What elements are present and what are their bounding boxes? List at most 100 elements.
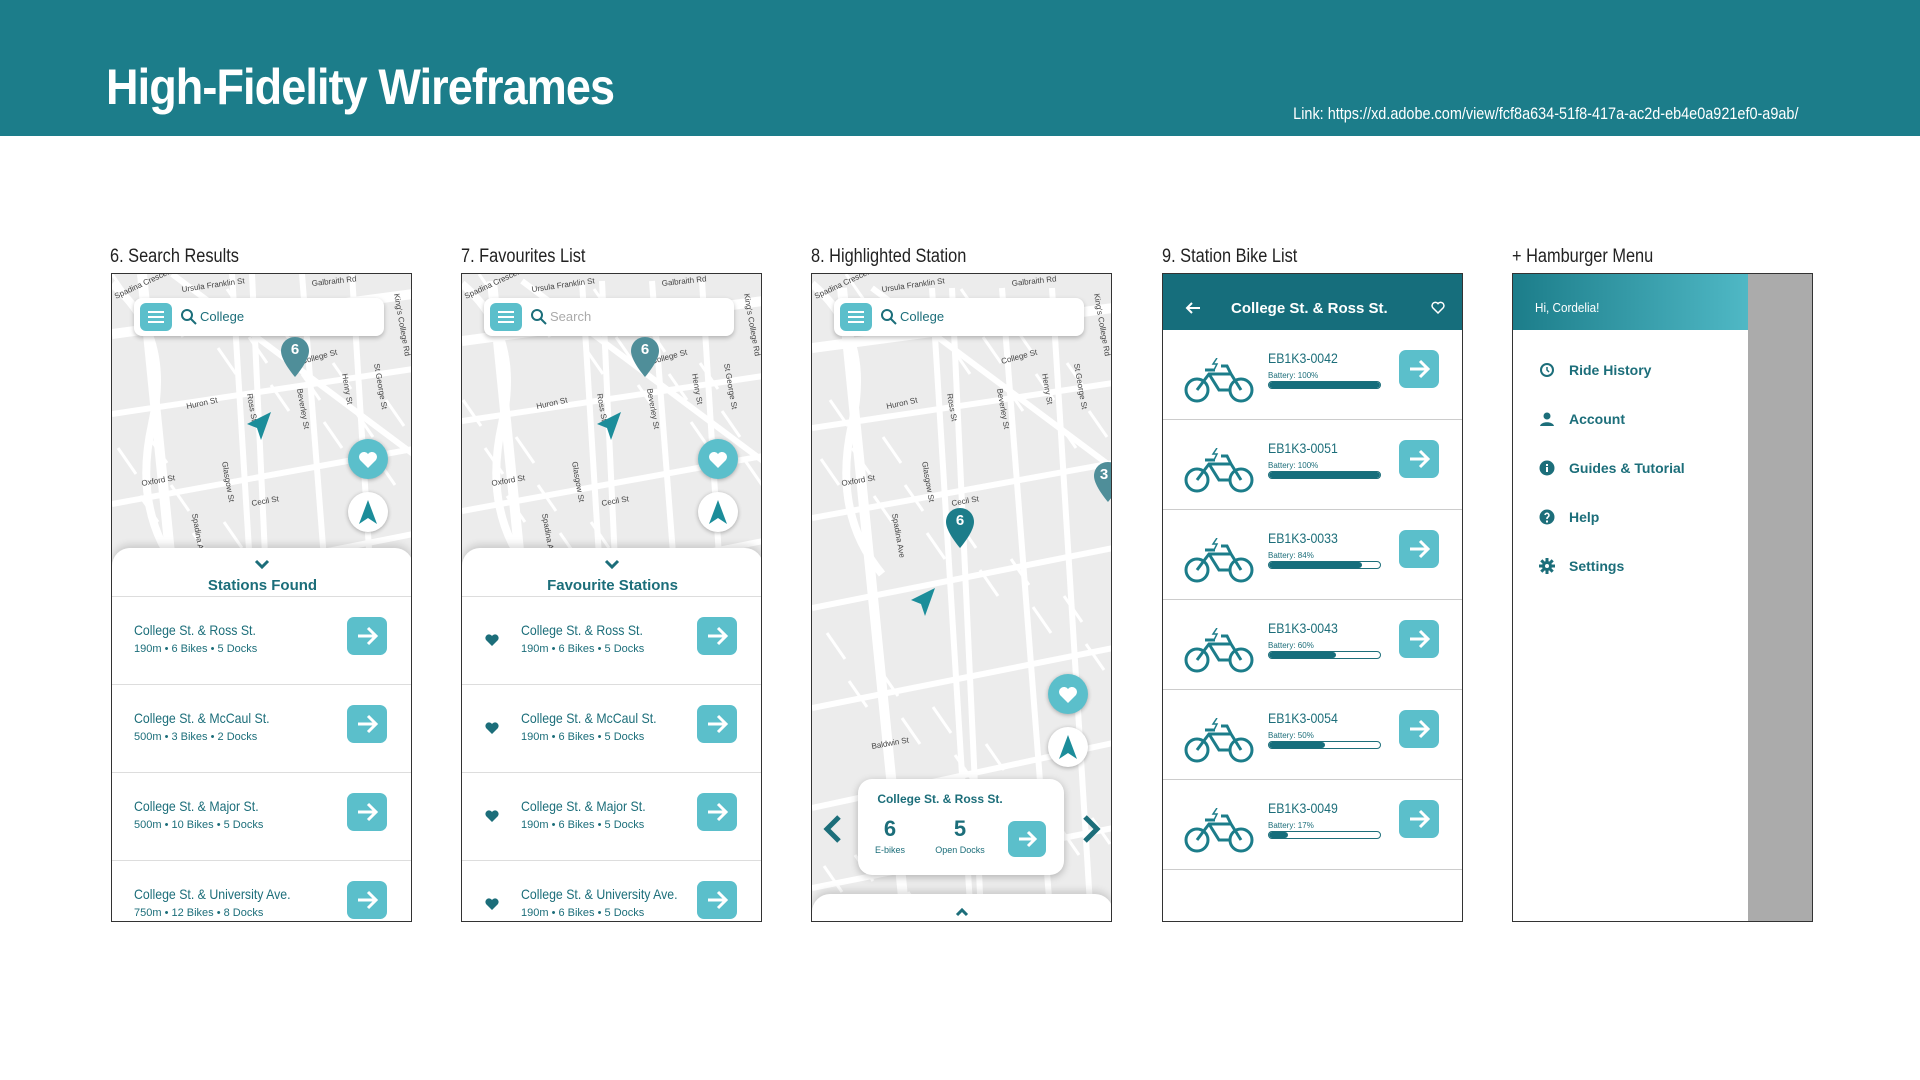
- go-button[interactable]: [347, 705, 387, 743]
- station-pin[interactable]: 6: [281, 337, 309, 377]
- navigation-arrow-icon: [709, 500, 727, 524]
- prototype-link[interactable]: Link: https://xd.adobe.com/view/fcf8a634…: [1293, 104, 1798, 124]
- heart-icon[interactable]: [484, 809, 500, 823]
- map-label: Glasgow St: [570, 461, 586, 504]
- station-name: College St. & Ross St.: [521, 622, 643, 638]
- ebike-icon: [1184, 538, 1254, 583]
- sheet-title: Favourite Stations: [547, 577, 678, 594]
- chevron-down-icon[interactable]: [254, 558, 270, 570]
- map-label: Ursula Franklin St: [881, 276, 946, 294]
- menu-item-help[interactable]: Help: [1539, 507, 1739, 527]
- station-row[interactable]: College St. & Major St. 500m • 10 Bikes •…: [112, 772, 411, 860]
- battery-label: Battery: 84%: [1268, 551, 1314, 560]
- hamburger-button[interactable]: [140, 303, 172, 331]
- menu-overlay[interactable]: [1748, 274, 1812, 921]
- screen-hamburger-menu: Hi, Cordelia! Ride History Account Guides …: [1512, 273, 1813, 922]
- station-row[interactable]: College St. & McCaul St. 500m • 3 Bikes •…: [112, 684, 411, 772]
- bottom-sheet-handle[interactable]: [812, 894, 1111, 921]
- go-button[interactable]: [1399, 800, 1439, 838]
- arrow-right-icon: [1019, 830, 1038, 848]
- favourite-button[interactable]: [698, 439, 738, 479]
- menu-item-label: Settings: [1569, 558, 1625, 574]
- menu-item-guides-tutorial[interactable]: Guides & Tutorial: [1539, 458, 1739, 478]
- go-button[interactable]: [1399, 710, 1439, 748]
- bike-row[interactable]: EB1K3-0043 Battery: 60%: [1163, 600, 1462, 690]
- battery-bar: [1268, 471, 1381, 479]
- menu-item-ride-history[interactable]: Ride History: [1539, 360, 1739, 380]
- chevron-down-icon[interactable]: [604, 558, 620, 570]
- bike-row[interactable]: EB1K3-0042 Battery: 100%: [1163, 330, 1462, 420]
- go-button[interactable]: [347, 793, 387, 831]
- search-bar[interactable]: College: [834, 298, 1084, 336]
- favourite-button[interactable]: [348, 439, 388, 479]
- station-card-go-button[interactable]: [1008, 821, 1046, 857]
- go-button[interactable]: [697, 793, 737, 831]
- heart-outline-icon[interactable]: [1431, 301, 1445, 314]
- search-input[interactable]: College: [900, 309, 944, 324]
- heart-icon[interactable]: [484, 897, 500, 911]
- map-label: Ursula Franklin St: [181, 276, 246, 294]
- ebike-icon: [1184, 628, 1254, 673]
- search-input[interactable]: College: [200, 309, 244, 324]
- station-name: College St. & University Ave.: [521, 886, 678, 902]
- screen-search-results: Spadina Crescent Ursula Franklin St Galbra…: [111, 273, 412, 922]
- favourite-button[interactable]: [1048, 674, 1088, 714]
- heart-icon[interactable]: [484, 633, 500, 647]
- go-button[interactable]: [347, 881, 387, 919]
- chevron-up-icon: [955, 907, 969, 917]
- side-menu: Hi, Cordelia! Ride History Account Guides …: [1513, 274, 1748, 921]
- search-icon: [881, 309, 897, 325]
- menu-item-account[interactable]: Account: [1539, 409, 1739, 429]
- station-pin-edge[interactable]: 3: [1094, 462, 1111, 502]
- go-button[interactable]: [697, 617, 737, 655]
- menu-item-settings[interactable]: Settings: [1539, 556, 1739, 576]
- go-button[interactable]: [1399, 350, 1439, 388]
- battery-bar: [1268, 831, 1381, 839]
- favourite-row[interactable]: College St. & McCaul St. 190m • 6 Bikes •…: [462, 684, 761, 772]
- favourite-row[interactable]: College St. & Major St. 190m • 6 Bikes • …: [462, 772, 761, 860]
- go-button[interactable]: [697, 881, 737, 919]
- map-label: St George St: [722, 363, 739, 411]
- recenter-button[interactable]: [348, 492, 388, 532]
- station-row[interactable]: College St. & Ross St. 190m • 6 Bikes • 5…: [112, 596, 411, 684]
- arrow-right-icon: [358, 890, 379, 910]
- station-row[interactable]: College St. & University Ave. 750m • 12 B…: [112, 860, 411, 921]
- hamburger-button[interactable]: [490, 303, 522, 331]
- hamburger-button[interactable]: [840, 303, 872, 331]
- pin-count: 6: [955, 512, 965, 529]
- bike-row[interactable]: EB1K3-0049 Battery: 17%: [1163, 780, 1462, 870]
- station-name: College St. & McCaul St.: [521, 710, 657, 726]
- info-icon: [1539, 460, 1555, 476]
- go-button[interactable]: [1399, 620, 1439, 658]
- favourite-row[interactable]: College St. & University Ave. 190m • 6 Bi…: [462, 860, 761, 921]
- search-bar[interactable]: College: [134, 298, 384, 336]
- recenter-button[interactable]: [1048, 727, 1088, 767]
- heart-icon[interactable]: [484, 721, 500, 735]
- go-button[interactable]: [347, 617, 387, 655]
- arrow-right-icon: [1410, 359, 1431, 379]
- go-button[interactable]: [1399, 530, 1439, 568]
- navigation-arrow-icon: [1059, 735, 1077, 759]
- chevron-right-icon[interactable]: [1080, 814, 1102, 844]
- go-button[interactable]: [697, 705, 737, 743]
- favourite-row[interactable]: College St. & Ross St. 190m • 6 Bikes • 5…: [462, 596, 761, 684]
- caption-hamburger: + Hamburger Menu: [1512, 246, 1654, 267]
- search-input[interactable]: Search: [550, 309, 591, 324]
- station-card[interactable]: College St. & Ross St. 6 E-bikes 5 Open …: [858, 779, 1064, 875]
- user-location-icon: [911, 588, 935, 616]
- bike-row[interactable]: EB1K3-0051 Battery: 100%: [1163, 420, 1462, 510]
- search-bar[interactable]: Search: [484, 298, 734, 336]
- station-pin[interactable]: 6: [631, 337, 659, 377]
- gear-icon: [1539, 558, 1555, 574]
- arrow-right-icon: [1410, 719, 1431, 739]
- screen-highlighted-station: Spadina Crescent Ursula Franklin St Galbra…: [811, 273, 1112, 922]
- bike-row[interactable]: EB1K3-0054 Battery: 50%: [1163, 690, 1462, 780]
- bike-row[interactable]: EB1K3-0033 Battery: 84%: [1163, 510, 1462, 600]
- ebike-icon: [1184, 718, 1254, 763]
- chevron-left-icon[interactable]: [822, 814, 844, 844]
- recenter-button[interactable]: [698, 492, 738, 532]
- arrow-right-icon: [358, 626, 379, 646]
- station-pin-selected[interactable]: 6: [946, 508, 974, 548]
- back-arrow-icon[interactable]: [1185, 302, 1201, 314]
- go-button[interactable]: [1399, 440, 1439, 478]
